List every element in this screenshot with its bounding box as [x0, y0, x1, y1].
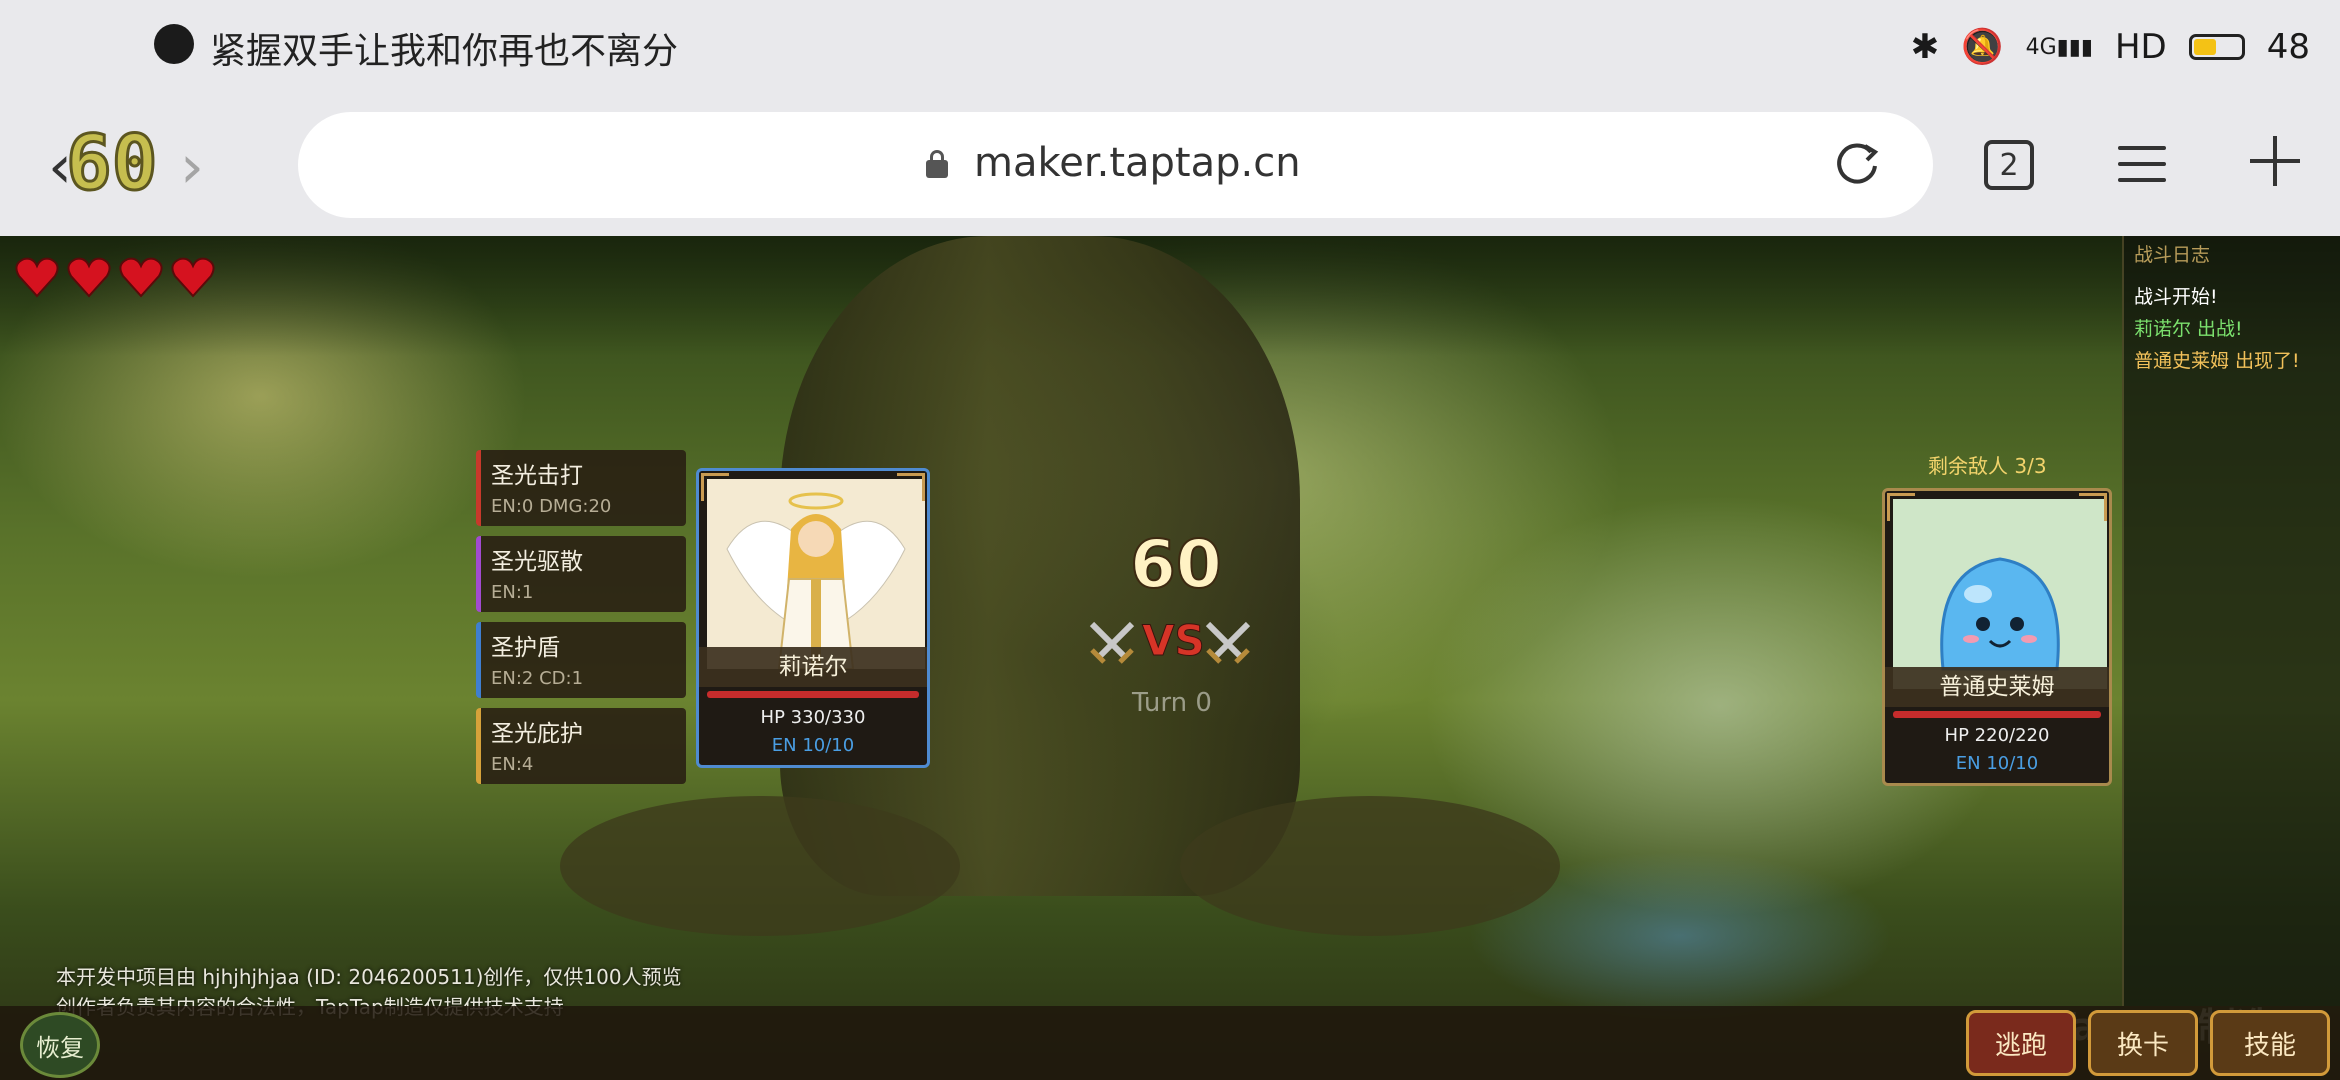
card-corner: [701, 473, 729, 501]
battle-log-title: 战斗日志: [2134, 244, 2211, 266]
tree-root-left: [560, 796, 960, 936]
address-bar[interactable]: maker.taptap.cn: [298, 112, 1933, 218]
signal-icon: 4G▮▮▮: [2025, 34, 2093, 60]
heart-icon: [171, 257, 215, 298]
skill-item[interactable]: 圣光驱散 EN:1: [476, 536, 686, 612]
skill-name: 圣光庇护: [491, 721, 583, 747]
escape-button[interactable]: 逃跑: [1966, 1010, 2076, 1076]
skill-meta: EN:0 DMG:20: [491, 496, 612, 517]
skill-meta: EN:4: [491, 754, 534, 775]
disclaimer-line: 本开发中项目由 hjhjhjhjaa (ID: 2046200511)创作，仅供…: [56, 965, 682, 989]
browser-toolbar: ‹ › maker.taptap.cn 2: [0, 96, 2340, 236]
hero-name: 莉诺尔: [699, 647, 927, 687]
skill-item[interactable]: 圣光庇护 EN:4: [476, 708, 686, 784]
hero-en-text: EN 10/10: [771, 735, 855, 756]
card-corner: [1887, 493, 1915, 521]
heart-icon: [119, 257, 163, 298]
add-tab-icon[interactable]: [2250, 136, 2300, 186]
enemy-name: 普通史莱姆: [1885, 667, 2109, 707]
skill-name: 圣护盾: [491, 635, 560, 661]
menu-icon[interactable]: [2118, 144, 2166, 184]
swap-card-button[interactable]: 换卡: [2088, 1010, 2198, 1076]
vs-label: VS: [1142, 616, 1206, 666]
card-corner: [2079, 493, 2107, 521]
hero-portrait: [707, 479, 925, 669]
log-line: 战斗开始!: [2134, 286, 2218, 308]
battery-icon: [2188, 34, 2245, 60]
enemy-hp-text: HP 220/220: [1944, 725, 2050, 746]
heart-icon: [15, 257, 59, 298]
skill-item[interactable]: 圣光击打 EN:0 DMG:20: [476, 450, 686, 526]
restore-button[interactable]: 恢复: [20, 1012, 100, 1078]
hero-hp-text: HP 330/330: [760, 707, 866, 728]
enemy-portrait: [1893, 499, 2107, 689]
card-corner: [897, 473, 925, 501]
status-icons: ✱ 🔕 4G▮▮▮ HD 48: [1911, 20, 2310, 74]
bluetooth-icon: ✱: [1910, 27, 1940, 67]
skill-name: 圣光击打: [491, 463, 583, 489]
reload-icon[interactable]: [1831, 138, 1883, 190]
skill-meta: EN:1: [491, 582, 534, 603]
hero-card[interactable]: 莉诺尔 HP 330/330 EN 10/10: [696, 468, 930, 768]
lives-hearts: [14, 254, 216, 300]
notification-title: 紧握双手让我和你再也不离分: [210, 31, 679, 72]
vs-emblem: VS: [1086, 614, 1256, 674]
forward-button[interactable]: ›: [180, 132, 204, 202]
turn-label: Turn 0: [1132, 688, 1212, 718]
status-bar: 紧握双手让我和你再也不离分 ✱ 🔕 4G▮▮▮ HD 48: [0, 0, 2340, 96]
fps-overlay: 60: [65, 117, 159, 209]
tabs-button[interactable]: 2: [1984, 140, 2034, 190]
log-line: 普通史莱姆 出现了!: [2134, 350, 2300, 372]
music-app-icon: [154, 24, 194, 64]
skill-meta: EN:2 CD:1: [491, 668, 584, 689]
tree-root-right: [1180, 796, 1560, 936]
skill-button[interactable]: 技能: [2210, 1010, 2330, 1076]
enemy-card[interactable]: 普通史莱姆 HP 220/220 EN 10/10: [1882, 488, 2112, 786]
mute-icon: 🔕: [1961, 27, 2004, 67]
hero-hp-bar: [707, 691, 919, 698]
battery-level: 48: [2266, 27, 2310, 67]
game-canvas[interactable]: 圣光击打 EN:0 DMG:20 圣光驱散 EN:1 圣护盾 EN:2 CD:1 圣光庇护 E…: [0, 236, 2340, 1080]
crossed-swords-icon: [1205, 621, 1251, 664]
url-text: maker.taptap.cn: [974, 140, 1301, 186]
enemy-count: 剩余敌人 3/3: [1928, 454, 2047, 478]
enemy-hp-bar: [1893, 711, 2101, 718]
battle-log: 战斗日志 战斗开始! 莉诺尔 出战! 普通史莱姆 出现了!: [2122, 236, 2340, 1006]
skill-item[interactable]: 圣护盾 EN:2 CD:1: [476, 622, 686, 698]
crossed-swords-icon: [1089, 621, 1135, 664]
lock-icon: [926, 150, 948, 178]
network-label: HD: [2114, 27, 2167, 67]
enemy-en-text: EN 10/10: [1955, 753, 2039, 774]
heart-icon: [67, 257, 111, 298]
log-line: 莉诺尔 出战!: [2134, 318, 2243, 340]
battle-timer: 60: [1129, 525, 1223, 604]
skill-name: 圣光驱散: [491, 549, 583, 575]
